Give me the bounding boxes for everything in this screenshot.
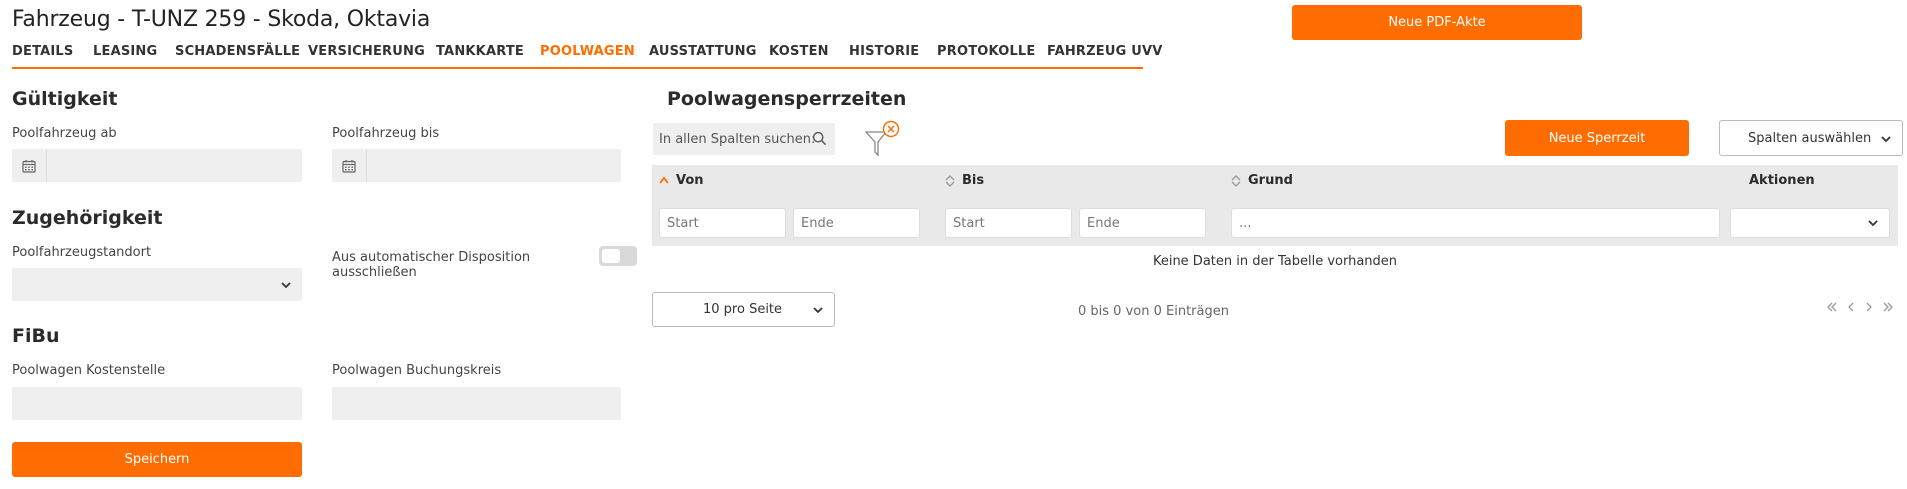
tab-kosten[interactable]: KOSTEN <box>769 44 829 59</box>
column-grund[interactable]: Grund <box>1230 173 1293 188</box>
column-bis[interactable]: Bis <box>944 173 984 188</box>
calendar-icon[interactable] <box>332 149 367 182</box>
pagination-info: 0 bis 0 von 0 Einträgen <box>1078 304 1229 319</box>
select-columns-label: Spalten auswählen <box>1748 130 1872 146</box>
search-icon[interactable] <box>812 131 827 146</box>
poolfahrzeug-ab-label: Poolfahrzeug ab <box>12 126 117 141</box>
gueltigkeit-heading: Gültigkeit <box>12 88 118 110</box>
new-pdf-file-button[interactable]: Neue PDF-Akte <box>1292 5 1582 40</box>
empty-table-message: Keine Daten in der Tabelle vorhanden <box>1152 254 1398 269</box>
aktionen-select[interactable] <box>1730 208 1890 238</box>
tab-protokolle[interactable]: PROTOKOLLE <box>937 44 1036 59</box>
previous-page-icon[interactable] <box>1846 301 1856 313</box>
calendar-icon[interactable] <box>12 149 47 182</box>
chevron-down-icon <box>813 307 823 314</box>
clear-filter-icon[interactable] <box>864 120 902 158</box>
table-search-input[interactable]: In allen Spalten suchen: <box>653 123 835 155</box>
bis-ende-filter[interactable]: Ende <box>1079 208 1206 238</box>
sort-icon[interactable] <box>1230 174 1242 188</box>
disposition-label: Aus automatischer Disposition ausschließ… <box>332 250 531 280</box>
sort-asc-icon[interactable] <box>658 175 670 187</box>
toggle-knob <box>602 249 620 263</box>
tab-fahrzeug-uvv[interactable]: FAHRZEUG UVV <box>1047 44 1162 59</box>
pagination-controls <box>1826 301 1894 313</box>
chevron-down-icon <box>281 281 291 288</box>
von-start-filter[interactable]: Start <box>659 208 786 238</box>
grund-filter[interactable]: ... <box>1231 208 1720 238</box>
page-size-select[interactable]: 10 pro Seite <box>652 292 835 327</box>
page-size-value: 10 pro Seite <box>703 302 783 317</box>
poolfahrzeug-bis-field[interactable] <box>332 149 621 182</box>
select-columns-button[interactable]: Spalten auswählen <box>1719 120 1903 156</box>
sort-icon[interactable] <box>944 174 956 188</box>
column-von[interactable]: Von <box>658 173 704 188</box>
tab-ausstattung[interactable]: AUSSTATTUNG <box>649 44 757 59</box>
buchungskreis-label: Poolwagen Buchungskreis <box>332 363 502 378</box>
chevron-down-icon <box>1881 136 1891 143</box>
kostenstelle-input[interactable] <box>12 387 302 420</box>
chevron-down-icon <box>1868 220 1878 227</box>
kostenstelle-label: Poolwagen Kostenstelle <box>12 363 166 378</box>
tab-versicherung[interactable]: VERSICHERUNG <box>308 44 425 59</box>
poolfahrzeugstandort-select[interactable] <box>12 268 302 301</box>
poolfahrzeug-ab-field[interactable] <box>12 149 302 182</box>
bis-start-filter[interactable]: Start <box>945 208 1072 238</box>
disposition-toggle[interactable] <box>599 246 637 266</box>
next-page-icon[interactable] <box>1864 301 1874 313</box>
tab-tankkarte[interactable]: TANKKARTE <box>436 44 524 59</box>
tab-poolwagen[interactable]: POOLWAGEN <box>540 44 635 59</box>
fibu-heading: FiBu <box>12 325 60 347</box>
tab-historie[interactable]: HISTORIE <box>849 44 919 59</box>
column-aktionen: Aktionen <box>1749 173 1815 188</box>
poolfahrzeugstandort-label: Poolfahrzeugstandort <box>12 245 152 260</box>
poolfahrzeug-bis-label: Poolfahrzeug bis <box>332 126 440 141</box>
search-placeholder: In allen Spalten suchen: <box>659 131 816 147</box>
save-button[interactable]: Speichern <box>12 442 302 477</box>
tab-details[interactable]: DETAILS <box>12 44 73 59</box>
new-sperrzeit-button[interactable]: Neue Sperrzeit <box>1505 120 1689 156</box>
page-title: Fahrzeug - T-UNZ 259 - Skoda, Oktavia <box>12 7 431 32</box>
zugehoerigkeit-heading: Zugehörigkeit <box>12 207 163 229</box>
von-ende-filter[interactable]: Ende <box>793 208 920 238</box>
first-page-icon[interactable] <box>1826 301 1838 313</box>
sperrzeiten-heading: Poolwagensperrzeiten <box>667 88 907 110</box>
tab-schadensfaelle[interactable]: SCHADENSFÄLLE <box>175 44 300 59</box>
tab-leasing[interactable]: LEASING <box>93 44 157 59</box>
buchungskreis-input[interactable] <box>332 387 621 420</box>
tab-bar: DETAILS LEASING SCHADENSFÄLLE VERSICHERU… <box>12 43 1162 69</box>
last-page-icon[interactable] <box>1882 301 1894 313</box>
table-header: Von Bis Grund Aktionen Start Ende Start … <box>652 165 1898 246</box>
